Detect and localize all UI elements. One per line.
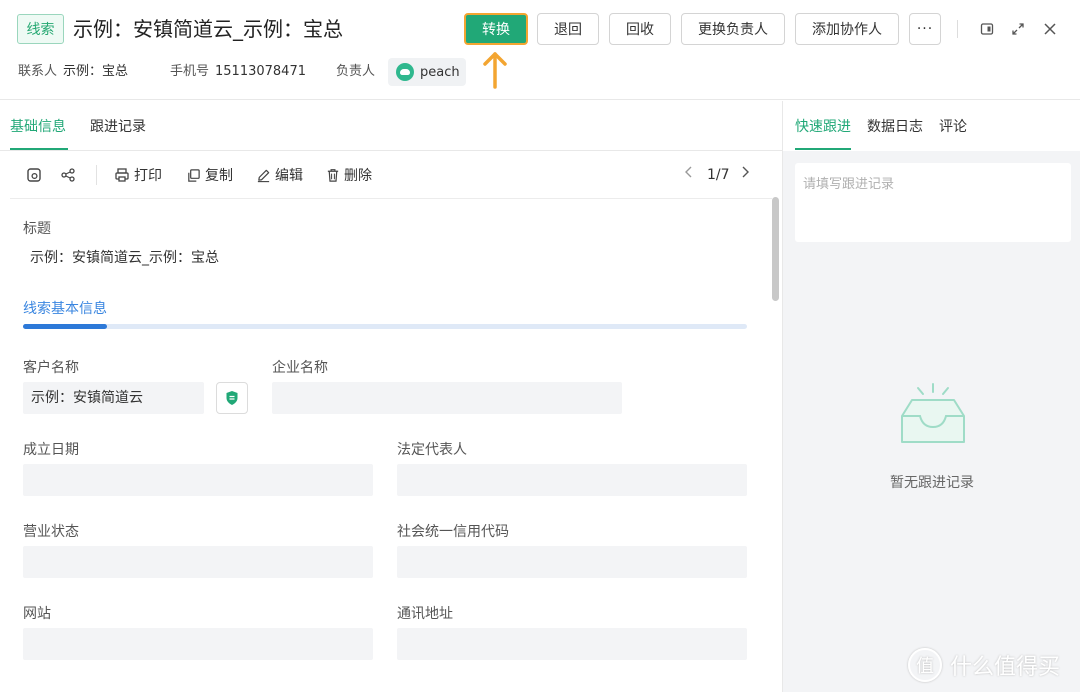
watermark-logo: 值 [908,648,942,682]
business-status-field[interactable] [23,546,373,578]
next-record-icon[interactable] [740,165,750,185]
add-collaborator-button[interactable]: 添加协作人 [795,13,899,45]
owner-name: peach [420,64,460,80]
prev-record-icon[interactable] [684,165,694,185]
verify-shield-icon[interactable] [216,382,248,414]
business-status-label: 营业状态 [23,524,79,540]
active-tab-indicator [10,148,68,150]
phone-value: 15113078471 [215,64,306,79]
delete-label: 删除 [344,168,372,184]
expand-icon[interactable] [1006,17,1030,41]
record-position: 1/7 [707,167,730,183]
website-field[interactable] [23,628,373,660]
follow-record-input[interactable]: 请填写跟进记录 [795,163,1071,242]
header-divider [957,20,958,38]
tab-follow-records[interactable]: 跟进记录 [90,117,146,137]
section-progress-fill [23,324,107,329]
view-icon[interactable] [26,165,46,185]
edit-label: 编辑 [275,168,303,184]
avatar [396,63,414,81]
printer-icon [115,168,129,182]
empty-state-text: 暂无跟进记录 [890,475,974,491]
record-type-badge: 线索 [17,14,64,44]
company-name-label: 企业名称 [272,360,328,376]
empty-inbox-icon [901,383,965,443]
tab-quick-follow[interactable]: 快速跟进 [795,117,851,137]
watermark-text: 什么值得买 [950,655,1061,680]
pencil-icon [257,169,270,182]
activity-panel: 快速跟进 数据日志 评论 请填写跟进记录 暂无跟进记录 [782,101,1080,692]
close-icon[interactable] [1038,17,1062,41]
tab-basic-info[interactable]: 基础信息 [10,117,66,137]
record-toolbar: 打印 复制 编辑 删除 1/7 [10,151,772,199]
recycle-button[interactable]: 回收 [609,13,671,45]
customer-name-field[interactable]: 示例：安镇简道云 [23,382,204,414]
phone-label: 手机号 [170,64,210,79]
trash-icon [327,168,339,182]
legal-rep-field[interactable] [397,464,747,496]
address-field[interactable] [397,628,747,660]
detail-header: 线索 示例：安镇简道云_示例：宝总 转换 退回 回收 更换负责人 添加协作人 ·… [0,0,1080,100]
website-label-visible: 网站 [23,606,51,622]
established-date-field[interactable] [23,464,373,496]
title-field-value: 示例：安镇简道云_示例：宝总 [30,250,219,266]
customer-name-label: 客户名称 [23,360,79,376]
address-label: 通讯地址 [397,606,453,622]
form-scrollbar[interactable] [772,197,779,301]
contact-value: 示例：宝总 [63,64,129,79]
edit-button[interactable]: 编辑 [256,165,303,185]
phone-meta: 手机号 15113078471 [170,62,306,82]
page-title: 示例：安镇简道云_示例：宝总 [73,17,343,41]
tab-comments[interactable]: 评论 [939,117,967,137]
active-tab-indicator [795,148,851,150]
section-progress [23,324,747,329]
detail-main-panel: 基础信息 跟进记录 打印 复制 编辑 删除 1/7 标题 示例：安镇简道云_示例… [0,101,782,692]
activity-tabs: 快速跟进 数据日志 评论 [783,101,1080,151]
owner-label: 负责人 [336,64,376,79]
established-date-label: 成立日期 [23,442,79,458]
return-button[interactable]: 退回 [537,13,599,45]
sidebar-toggle-icon[interactable] [975,17,999,41]
copy-label: 复制 [205,168,233,184]
contact-label: 联系人 [18,64,58,79]
more-button[interactable]: ··· [909,13,941,45]
share-icon[interactable] [60,165,80,185]
print-button[interactable]: 打印 [114,165,162,185]
detail-form: 标题 示例：安镇简道云_示例：宝总 线索基本信息 客户名称 示例：安镇简道云 企… [0,199,770,692]
contact-meta: 联系人 示例：宝总 [18,62,128,82]
change-owner-button[interactable]: 更换负责人 [681,13,785,45]
legal-rep-label: 法定代表人 [397,442,467,458]
company-name-field[interactable] [272,382,622,414]
copy-button[interactable]: 复制 [186,165,233,185]
copy-icon [188,168,200,182]
title-field-label: 标题 [23,221,51,237]
owner-chip[interactable]: peach [388,58,466,86]
delete-button[interactable]: 删除 [326,165,372,185]
watermark: 值 什么值得买 [908,648,1060,682]
arrow-up-icon [480,50,510,90]
credit-code-label: 社会统一信用代码 [397,524,509,540]
credit-code-field[interactable] [397,546,747,578]
tab-data-log[interactable]: 数据日志 [867,117,923,137]
print-label: 打印 [134,168,162,184]
toolbar-divider [96,165,97,185]
convert-button[interactable]: 转换 [464,13,528,45]
detail-tabs: 基础信息 跟进记录 [0,101,782,151]
section-title[interactable]: 线索基本信息 [23,299,107,319]
